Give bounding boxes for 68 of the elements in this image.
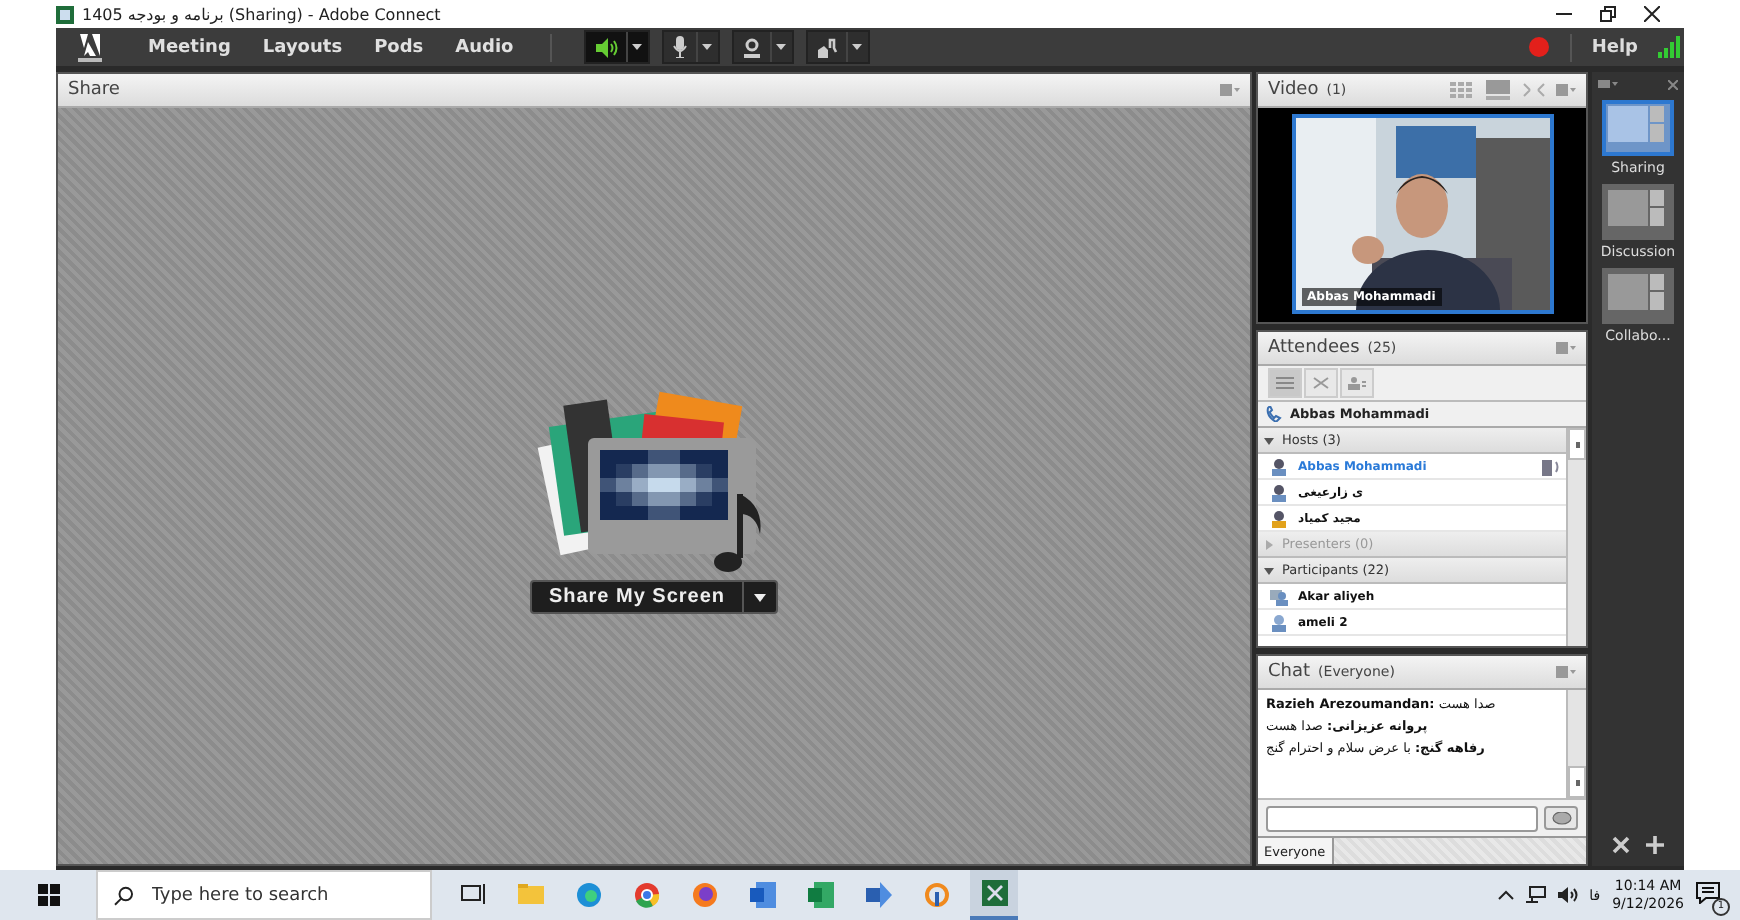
caret-icon[interactable] [776, 44, 787, 50]
user-icon [1270, 587, 1288, 605]
caret-icon[interactable] [852, 44, 863, 50]
chevron-up-icon[interactable] [1497, 890, 1514, 900]
speaker-button[interactable] [583, 30, 650, 64]
share-screen-button[interactable]: Share My Screen [530, 580, 778, 614]
user-icon [1270, 457, 1288, 475]
triangle-icon [1264, 435, 1274, 445]
app-icon [56, 5, 74, 23]
pod-title: Chat [1268, 662, 1311, 682]
triangle-icon [1264, 539, 1274, 549]
caret-icon[interactable] [702, 44, 713, 50]
document-icon[interactable] [749, 882, 775, 908]
menu-item[interactable]: Meeting [132, 37, 247, 57]
restore-icon[interactable] [1600, 6, 1616, 22]
spreadsheet-icon[interactable] [807, 882, 833, 908]
menu-item[interactable]: Pods [358, 37, 440, 57]
signal-icon [1658, 36, 1680, 58]
browser-icon[interactable] [691, 882, 717, 908]
layout-thumbnail-icon [1608, 274, 1664, 310]
pod-title: Video [1268, 80, 1319, 100]
microphone-icon [671, 36, 688, 58]
close-icon[interactable] [1644, 6, 1660, 22]
triangle-icon [1264, 565, 1274, 575]
delete-icon[interactable] [1612, 836, 1630, 854]
notification-icon[interactable] [1696, 881, 1720, 903]
windows-icon [37, 884, 59, 906]
microphone-button[interactable] [661, 30, 720, 64]
diagram-icon[interactable] [865, 882, 891, 908]
task-view-icon[interactable] [459, 882, 485, 908]
microphone-icon [1540, 457, 1560, 475]
search-box[interactable]: Type here to search [96, 870, 432, 920]
search-field[interactable]: Type here to search [147, 883, 430, 907]
search-icon [114, 885, 134, 905]
scrollbar[interactable] [1566, 428, 1586, 646]
user-icon [1270, 509, 1288, 527]
ring-icon[interactable] [923, 882, 949, 908]
menu-item[interactable]: Layouts [246, 37, 359, 57]
browser-icon[interactable] [575, 882, 601, 908]
caret-icon[interactable] [753, 593, 766, 601]
message-field[interactable] [1266, 805, 1538, 831]
menu-item[interactable]: Audio [439, 37, 530, 57]
window-title: برنامه و بودجه 1405 (Sharing) - Adobe Connect [82, 5, 443, 23]
raise-hand-button[interactable] [805, 30, 870, 64]
speech-bubble-icon [1551, 811, 1571, 825]
pod-title: Share [68, 80, 120, 100]
browser-icon[interactable] [633, 882, 659, 908]
volume-icon[interactable] [1557, 886, 1578, 904]
send-button[interactable] [1544, 806, 1578, 830]
camera-button[interactable] [731, 30, 794, 64]
pod-title: Attendees [1268, 338, 1360, 358]
help-menu[interactable]: Help [1591, 37, 1638, 57]
pin-icon[interactable] [1668, 79, 1678, 89]
strip-menu-icon[interactable] [1598, 79, 1618, 89]
scrollbar[interactable] [1566, 690, 1586, 798]
phone-icon [1266, 406, 1282, 422]
user-icon [1270, 483, 1288, 501]
caret-icon[interactable] [632, 44, 643, 50]
person-icon [741, 37, 762, 57]
speaker-icon [593, 37, 618, 57]
layout-thumbnail-icon [1608, 106, 1664, 142]
hand-icon [815, 37, 838, 57]
add-icon[interactable] [1646, 836, 1664, 854]
network-icon[interactable] [1525, 886, 1546, 904]
user-icon [1270, 613, 1288, 631]
meeting-app-icon[interactable] [981, 880, 1007, 906]
layout-thumbnail-icon [1607, 190, 1664, 226]
logo-icon [72, 31, 108, 63]
